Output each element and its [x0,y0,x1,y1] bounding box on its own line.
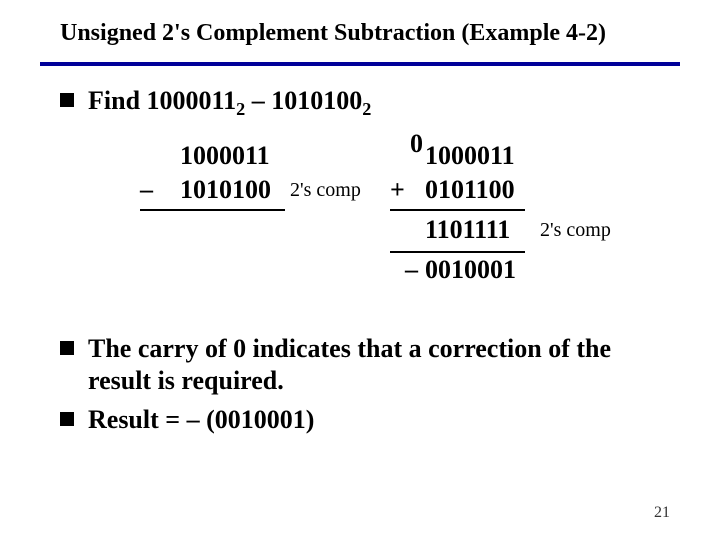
find-base2: 2 [362,99,371,119]
left-minuend: 1000011 [180,141,270,171]
bullet-carry: The carry of 0 indicates that a correcti… [60,333,680,398]
bullet-icon [60,412,74,426]
final-neg: – [405,255,418,285]
right-plus: + [390,175,405,205]
bullet-result-text: Result = – (0010001) [88,404,314,437]
twos-comp-label: 2's comp [290,179,361,202]
title-underline [40,62,680,66]
final-result: 0010001 [425,255,516,285]
slide: Unsigned 2's Complement Subtraction (Exa… [0,0,720,540]
right-sum: 1101111 [425,215,510,245]
right-addend: 0101100 [425,175,515,205]
left-minus: – [140,175,153,205]
slide-title: Unsigned 2's Complement Subtraction (Exa… [60,20,700,47]
twos-comp-note: 2's comp [540,219,611,242]
left-subtrahend: 1010100 [180,175,271,205]
find-prefix: Find [88,86,147,115]
find-dash: – [245,86,271,115]
find-base1: 2 [236,99,245,119]
bullet-icon [60,341,74,355]
worked-arithmetic: 0 1000011 1000011 – 1010100 2's comp + 0… [100,129,680,319]
bullet-carry-text: The carry of 0 indicates that a correcti… [88,333,680,398]
find-minuend: 1000011 [147,86,237,115]
slide-body: Find 10000112 – 10101002 0 1000011 10000… [60,85,680,442]
right-rule-1 [390,209,525,211]
page-number: 21 [654,504,670,522]
carry-digit: 0 [410,129,423,159]
right-rule-2 [390,251,525,253]
right-minuend: 1000011 [425,141,515,171]
bullet-find: Find 10000112 – 10101002 [60,85,680,121]
left-rule [140,209,285,211]
bullet-icon [60,93,74,107]
bullet-result: Result = – (0010001) [60,404,680,437]
bullet-find-text: Find 10000112 – 10101002 [88,85,371,121]
find-subtrahend: 1010100 [271,86,362,115]
